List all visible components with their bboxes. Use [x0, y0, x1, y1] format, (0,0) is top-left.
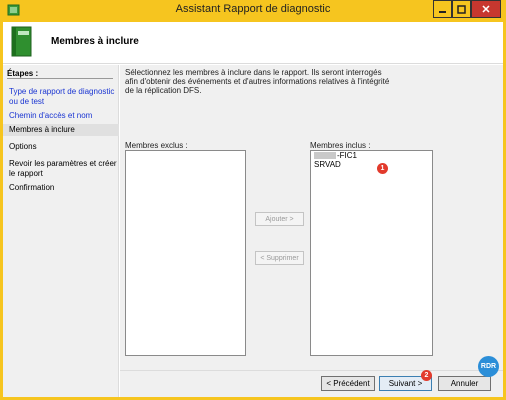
step-confirmation: Confirmation	[9, 183, 55, 192]
annotation-badge-1: 1	[377, 163, 388, 174]
annotation-badge-2: 2	[421, 370, 432, 381]
included-members-list[interactable]: -FIC1 SRVAD	[310, 150, 433, 356]
step-options: Options	[9, 142, 37, 151]
redacted-name	[314, 152, 336, 160]
steps-divider	[7, 78, 113, 79]
maximize-button[interactable]	[452, 0, 471, 18]
list-item[interactable]: SRVAD	[311, 160, 432, 169]
instructions-text: Sélectionnez les membres à inclure dans …	[125, 68, 390, 95]
excluded-members-label: Membres exclus :	[125, 141, 188, 150]
close-icon: ✕	[481, 3, 491, 16]
step-type-rapport[interactable]: Type de rapport de diagnostic ou de test	[9, 87, 117, 107]
step-revoir-parametres: Revoir les paramètres et créer le rappor…	[9, 159, 117, 178]
minimize-button[interactable]	[433, 0, 452, 18]
step-chemin-acces[interactable]: Chemin d'accès et nom	[9, 111, 117, 121]
close-button[interactable]: ✕	[471, 0, 501, 18]
add-button[interactable]: Ajouter >	[255, 212, 304, 226]
previous-button[interactable]: < Précédent	[321, 376, 375, 391]
included-members-label: Membres inclus :	[310, 141, 371, 150]
rdr-watermark-logo: RDR	[478, 356, 499, 377]
main-panel: Sélectionnez les membres à inclure dans …	[120, 65, 503, 370]
wizard-window: Assistant Rapport de diagnostic ✕ Membre…	[0, 0, 506, 400]
excluded-members-list[interactable]	[125, 150, 246, 356]
page-title: Membres à inclure	[51, 36, 139, 47]
minimize-icon	[439, 10, 446, 13]
book-icon	[11, 26, 32, 57]
step-membres-inclure: Membres à inclure	[3, 124, 119, 136]
title-bar[interactable]: Assistant Rapport de diagnostic ✕	[0, 0, 506, 20]
wizard-client: Membres à inclure Étapes : Type de rappo…	[3, 22, 503, 397]
steps-heading: Étapes :	[7, 69, 39, 78]
page-header: Membres à inclure	[3, 22, 503, 64]
cancel-button[interactable]: Annuler	[438, 376, 491, 391]
maximize-icon	[457, 4, 466, 14]
window-title: Assistant Rapport de diagnostic	[175, 3, 331, 15]
list-item[interactable]: -FIC1	[311, 151, 432, 160]
remove-button[interactable]: < Supprimer	[255, 251, 304, 265]
wizard-footer: < Précédent Suivant > Annuler 2	[120, 370, 503, 397]
steps-sidebar: Étapes : Type de rapport de diagnostic o…	[3, 65, 119, 397]
